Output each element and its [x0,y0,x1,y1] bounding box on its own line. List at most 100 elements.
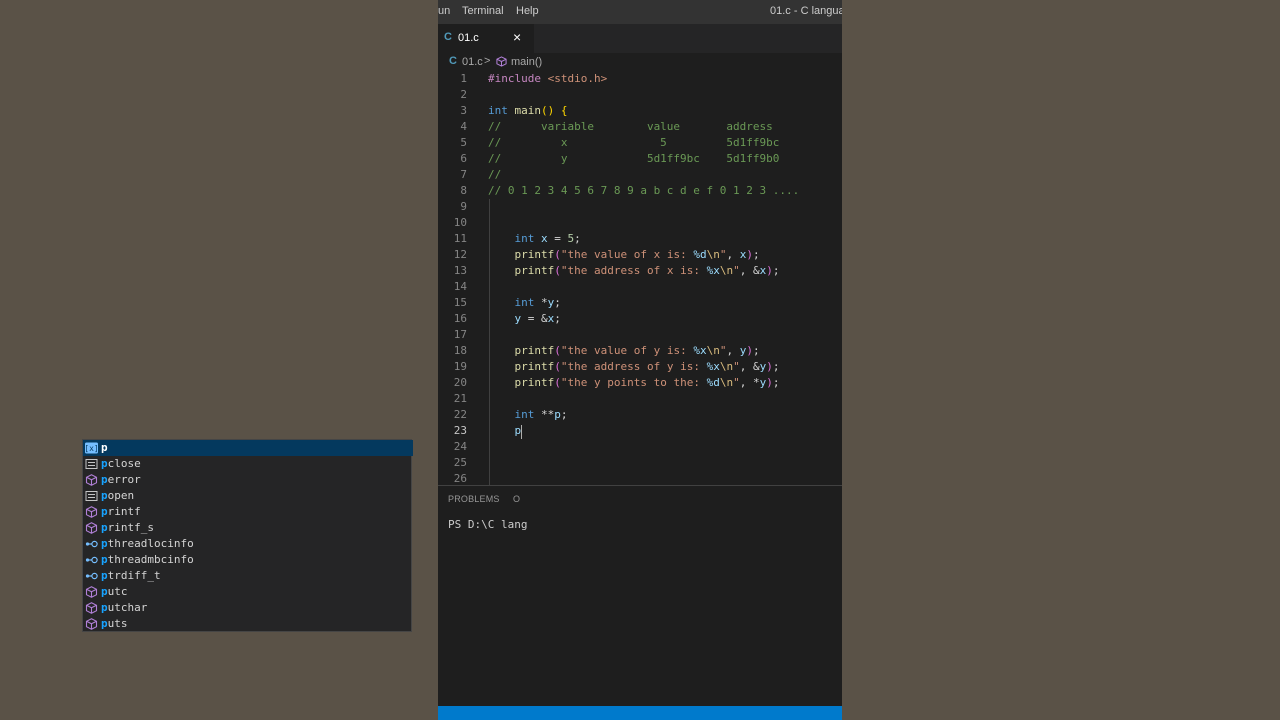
suggestion-item[interactable]: pclose [83,456,413,472]
suggestion-item[interactable]: printf_s [83,520,413,536]
suggestion-label: putc [101,584,128,600]
suggestion-label: ptrdiff_t [101,568,161,584]
menu-help[interactable]: Help [516,5,539,17]
code-line: 12 printf("the value of x is: %d\n", x); [438,247,842,263]
suggestion-label: pthreadmbcinfo [101,552,194,568]
code-line: 17 [438,327,842,343]
menu-run[interactable]: un [438,5,450,17]
line-number: 4 [460,120,467,133]
line-number: 14 [453,280,467,293]
code-text: printf("the address of y is: %x\n", &y); [514,360,780,373]
c-file-icon: C [449,55,457,67]
code-text: // 0 1 2 3 4 5 6 7 8 9 a b c d e f 0 1 2… [488,184,800,197]
interface-icon [85,570,98,582]
code-line: 21 [438,391,842,407]
code-line: 11 int x = 5; [438,231,842,247]
code-line: 16 y = &x; [438,311,842,327]
variable-icon: [x] [84,442,99,454]
match-highlight: p [101,553,108,566]
suggestion-item[interactable]: ptrdiff_t [83,568,413,584]
code-text: printf("the y points to the: %d\n", *y); [514,376,780,389]
breadcrumb-file[interactable]: 01.c [462,56,483,68]
method-cube-icon [496,56,507,67]
interface-icon [85,538,98,550]
method-icon [85,618,98,630]
line-number: 12 [453,248,467,261]
match-highlight: p [101,521,108,534]
method-icon [85,586,98,598]
suggestion-rest: rintf_s [107,521,154,534]
tab-01c[interactable]: C 01.c × [438,24,534,53]
code-line: 5 // x 5 5d1ff9bc [438,135,842,151]
match-highlight: p [101,601,108,614]
breadcrumb-separator: > [484,55,491,67]
interface-icon [85,554,98,566]
code-text: int *y; [514,296,561,309]
close-icon[interactable]: × [513,29,521,45]
line-number: 13 [453,264,467,277]
suggestion-label: printf_s [101,520,154,536]
code-text: int x = 5; [514,232,581,245]
match-highlight: p [101,505,108,518]
code-line: 3 int main() { [438,103,842,119]
code-line: 1 #include <stdio.h> [438,71,842,87]
suggestion-item[interactable]: putc [83,584,413,600]
line-number: 19 [453,360,467,373]
suggestion-item[interactable]: puts [83,616,413,632]
code-text: int **p; [514,408,568,421]
suggestion-rest: error [107,473,141,486]
text-cursor [521,425,522,439]
suggestion-label: popen [101,488,134,504]
window-title: 01.c - C languag [770,5,842,17]
code-line: 25 [438,455,842,471]
match-highlight: p [101,537,108,550]
suggestion-label: perror [101,472,141,488]
code-editor[interactable]: 1 #include <stdio.h> 2 3 int main() { 4 // … [438,71,842,485]
code-line: 18 printf("the value of y is: %x\n", y); [438,343,842,359]
suggestion-rest: utchar [107,601,148,614]
code-line: 4 // variable value address [438,119,842,135]
line-number: 5 [460,136,467,149]
line-number: 1 [460,72,467,85]
suggestion-label: printf [101,504,141,520]
suggestion-item[interactable]: putchar [83,600,413,616]
tab-problems[interactable]: PROBLEMS [448,494,500,504]
suggestion-item[interactable]: popen [83,488,413,504]
method-icon [85,522,98,534]
suggestion-item[interactable]: [x]p [83,440,413,456]
terminal-prompt[interactable]: PS D:\C lang [448,518,527,531]
line-number: 26 [453,472,467,485]
match-highlight: p [101,473,108,486]
suggestion-rest: trdiff_t [107,569,161,582]
method-icon [85,506,98,518]
breadcrumb: C 01.c > main() [438,53,842,71]
svg-text:[x]: [x] [85,444,98,453]
code-line: 9 [438,199,842,215]
suggestion-item[interactable]: printf [83,504,413,520]
code-text: y = &x; [514,312,561,325]
suggestion-item[interactable]: pthreadlocinfo [83,536,413,552]
code-line: 13 printf("the address of x is: %x\n", &… [438,263,842,279]
suggestion-item[interactable]: perror [83,472,413,488]
suggestion-rest: uts [107,617,128,630]
line-number: 8 [460,184,467,197]
suggestion-rest: threadmbcinfo [107,553,194,566]
code-text: printf("the value of y is: %x\n", y); [514,344,760,357]
suggestion-rest: utc [107,585,128,598]
line-number: 21 [453,392,467,405]
line-number: 22 [453,408,467,421]
bottom-panel: PROBLEMS O PS D:\C lang [438,485,842,707]
suggestion-rest: close [107,457,141,470]
code-text: printf("the address of x is: %x\n", &x); [514,264,780,277]
breadcrumb-symbol[interactable]: main() [511,56,542,68]
suggestion-label: p [101,440,108,456]
match-highlight: p [101,457,108,470]
line-number: 10 [453,216,467,229]
menu-bar: un Terminal Help 01.c - C languag [438,0,842,24]
match-highlight: p [101,585,108,598]
menu-terminal[interactable]: Terminal [462,5,504,17]
tab-output[interactable]: O [513,494,520,504]
line-number: 16 [453,312,467,325]
suggestion-item[interactable]: pthreadmbcinfo [83,552,413,568]
line-number: 18 [453,344,467,357]
